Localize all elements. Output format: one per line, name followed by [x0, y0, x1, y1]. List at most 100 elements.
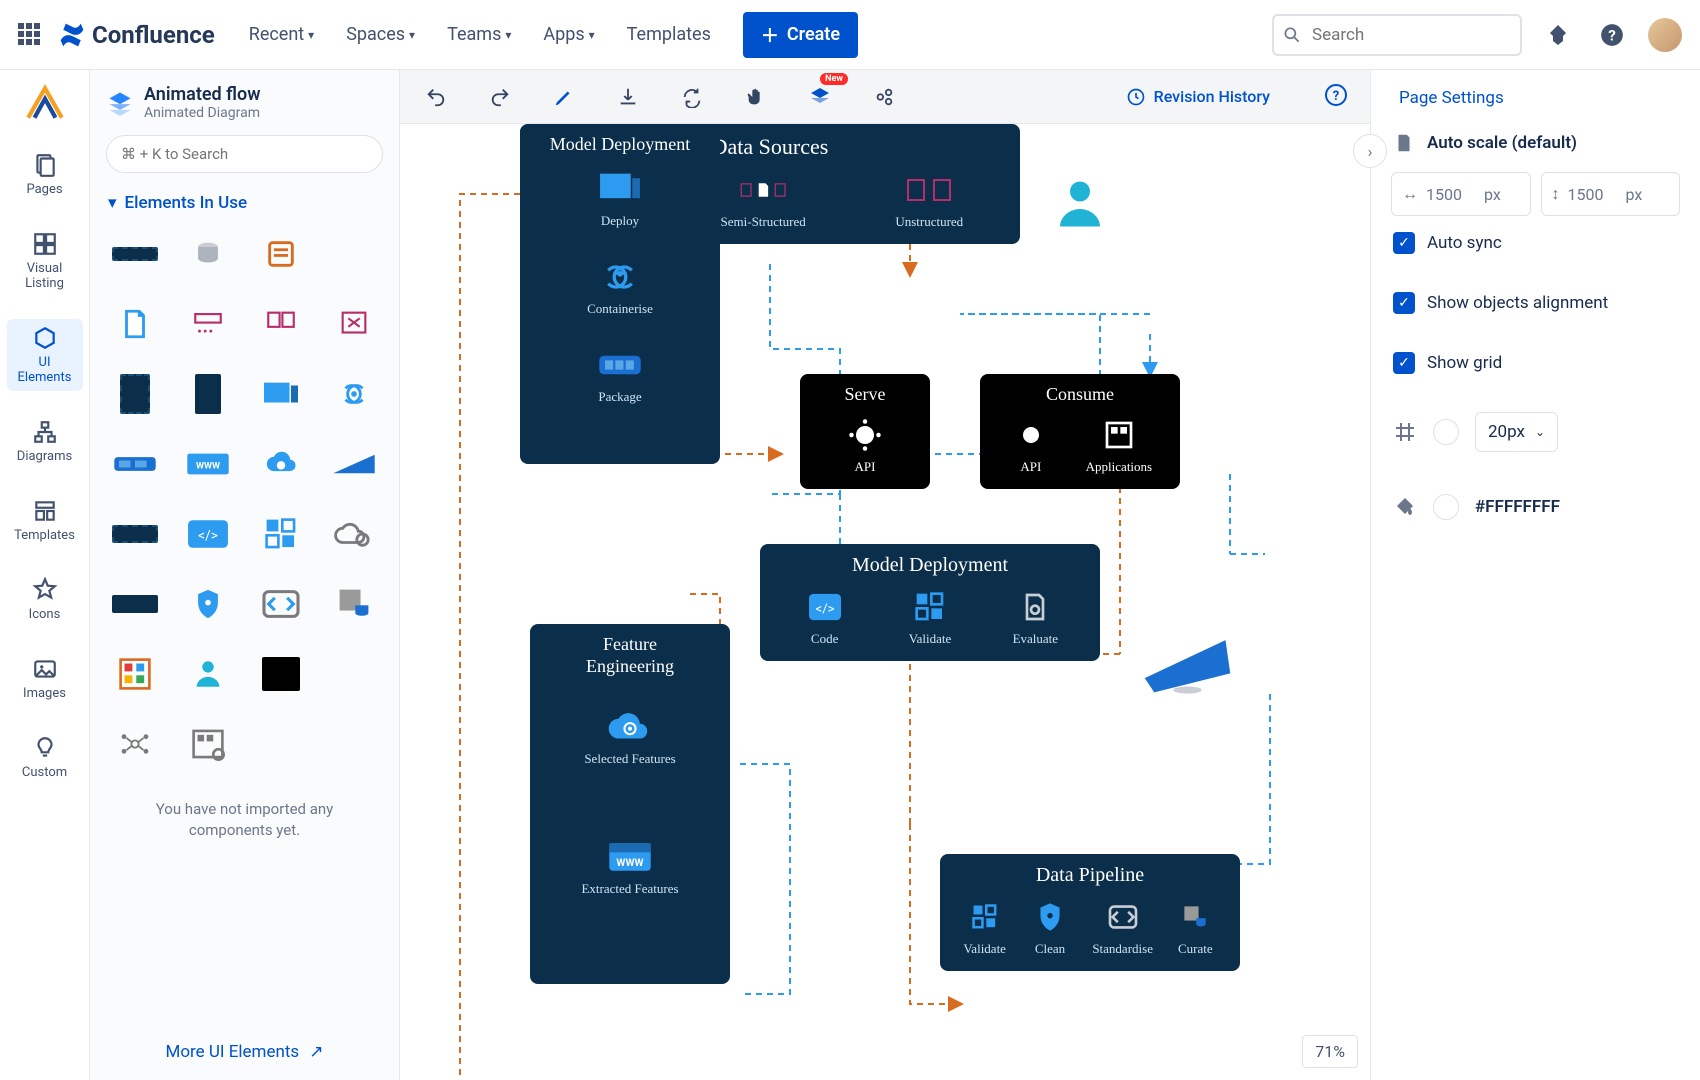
rail-ui-elements[interactable]: UI Elements — [7, 319, 83, 391]
chevron-down-icon: ▾ — [308, 28, 314, 42]
undo-button[interactable] — [422, 83, 450, 111]
product-name: Confluence — [92, 21, 215, 49]
element-item[interactable] — [324, 507, 385, 561]
bg-color-chip[interactable] — [1433, 494, 1459, 520]
elements-search-input[interactable] — [106, 135, 383, 173]
layers-icon — [106, 89, 134, 117]
sync-button[interactable] — [678, 83, 706, 111]
element-item[interactable] — [251, 577, 312, 631]
element-item[interactable] — [251, 367, 312, 421]
apps-switcher-icon[interactable] — [18, 23, 42, 47]
element-item[interactable] — [177, 717, 238, 771]
element-item[interactable] — [324, 437, 385, 491]
svg-text:?: ? — [1333, 89, 1339, 104]
element-item[interactable] — [104, 647, 165, 701]
alignment-checkbox[interactable]: ✓ — [1393, 292, 1415, 314]
element-item[interactable] — [324, 577, 385, 631]
rail-visual-listing[interactable]: Visual Listing — [7, 225, 83, 297]
element-item[interactable] — [104, 717, 165, 771]
element-item[interactable]: WWW — [177, 437, 238, 491]
element-item[interactable] — [104, 367, 165, 421]
width-input[interactable] — [1426, 185, 1476, 204]
help-button[interactable]: ? — [1324, 83, 1348, 111]
rail-custom[interactable]: Custom — [7, 729, 83, 786]
help-icon[interactable]: ? — [1594, 17, 1630, 53]
hand-button[interactable] — [742, 83, 770, 111]
grid-size-select[interactable]: 20px⌄ — [1475, 412, 1558, 452]
revision-history-link[interactable]: Revision History — [1126, 87, 1270, 107]
rail-images[interactable]: Images — [7, 650, 83, 707]
element-item[interactable]: </> — [177, 507, 238, 561]
nav-teams[interactable]: Teams▾ — [435, 16, 523, 53]
confluence-logo[interactable]: Confluence — [58, 21, 215, 49]
collapse-panel-button[interactable]: › — [1353, 134, 1387, 168]
element-item[interactable] — [324, 367, 385, 421]
canvas-toolbar: New Revision History ? — [400, 70, 1370, 124]
panel-subtitle: Animated Diagram — [144, 105, 261, 121]
rail-templates[interactable]: Templates — [7, 492, 83, 549]
box-serve[interactable]: Serve API — [800, 374, 930, 489]
element-item[interactable] — [324, 227, 385, 281]
element-item[interactable] — [104, 507, 165, 561]
search-input[interactable] — [1272, 14, 1522, 56]
layers-button[interactable]: New — [806, 83, 834, 111]
redo-button[interactable] — [486, 83, 514, 111]
element-item[interactable] — [104, 577, 165, 631]
elements-panel: Animated flow Animated Diagram ▾ Element… — [90, 70, 400, 1080]
box-model-deployment-left[interactable]: Model Deployment Deploy Containerise Pac… — [520, 124, 720, 464]
element-item[interactable] — [177, 297, 238, 351]
nav-templates[interactable]: Templates — [615, 16, 723, 53]
right-panel-title[interactable]: Page Settings — [1391, 84, 1680, 122]
app-logo[interactable] — [24, 82, 66, 124]
element-item[interactable] — [104, 437, 165, 491]
grid-color-chip[interactable] — [1433, 419, 1459, 445]
grid-checkbox[interactable]: ✓ — [1393, 352, 1415, 374]
create-button[interactable]: ＋Create — [743, 12, 858, 58]
rail-icons[interactable]: Icons — [7, 571, 83, 628]
box-data-pipeline[interactable]: Data Pipeline Validate Clean Standardise… — [940, 854, 1240, 971]
canvas[interactable]: Data Sources Structured Semi-Structured … — [400, 124, 1370, 1080]
download-button[interactable] — [614, 83, 642, 111]
chevron-down-icon: ▾ — [505, 28, 511, 42]
monitor-icon[interactable] — [1140, 624, 1235, 699]
confluence-icon — [58, 21, 86, 49]
user-avatar[interactable] — [1648, 18, 1682, 52]
pen-button[interactable] — [550, 83, 578, 111]
element-item[interactable] — [177, 227, 238, 281]
chevron-down-icon: ▾ — [409, 28, 415, 42]
panel-title: Animated flow — [144, 84, 261, 105]
elements-section-toggle[interactable]: ▾ Elements In Use — [90, 179, 399, 221]
more-elements-link[interactable]: More UI Elements ↗ — [166, 1042, 324, 1062]
notifications-icon[interactable] — [1540, 17, 1576, 53]
element-item[interactable] — [104, 297, 165, 351]
box-consume[interactable]: Consume API Applications — [980, 374, 1180, 489]
box-model-deployment-mid[interactable]: Model Deployment </>Code Validate Evalua… — [760, 544, 1100, 661]
element-item[interactable] — [104, 227, 165, 281]
element-item[interactable] — [177, 577, 238, 631]
element-item[interactable] — [177, 647, 238, 701]
element-item[interactable] — [251, 507, 312, 561]
element-item[interactable] — [177, 367, 238, 421]
nav-spaces[interactable]: Spaces▾ — [334, 16, 427, 53]
left-rail: Pages Visual Listing UI Elements Diagram… — [0, 70, 90, 1080]
element-item[interactable] — [251, 437, 312, 491]
rail-diagrams[interactable]: Diagrams — [7, 413, 83, 470]
element-item[interactable] — [251, 647, 312, 701]
scale-label: Auto scale (default) — [1427, 133, 1577, 153]
element-item[interactable] — [324, 647, 385, 701]
element-item[interactable] — [251, 227, 312, 281]
auto-sync-checkbox[interactable]: ✓ — [1393, 232, 1415, 254]
box-feature-engineering[interactable]: FeatureEngineering Selected Features WWW… — [530, 624, 730, 984]
share-button[interactable] — [870, 83, 898, 111]
zoom-indicator[interactable]: 71% — [1302, 1035, 1358, 1068]
element-item[interactable] — [251, 297, 312, 351]
svg-text:WWW: WWW — [196, 461, 220, 472]
nav-recent[interactable]: Recent▾ — [237, 16, 326, 53]
element-item[interactable] — [324, 297, 385, 351]
rail-pages[interactable]: Pages — [7, 146, 83, 203]
nav-apps[interactable]: Apps▾ — [531, 16, 606, 53]
external-link-icon: ↗ — [309, 1042, 323, 1062]
height-input[interactable] — [1568, 185, 1618, 204]
user-icon[interactable] — [1050, 174, 1110, 234]
width-input-wrap: ↔ px — [1391, 172, 1531, 216]
